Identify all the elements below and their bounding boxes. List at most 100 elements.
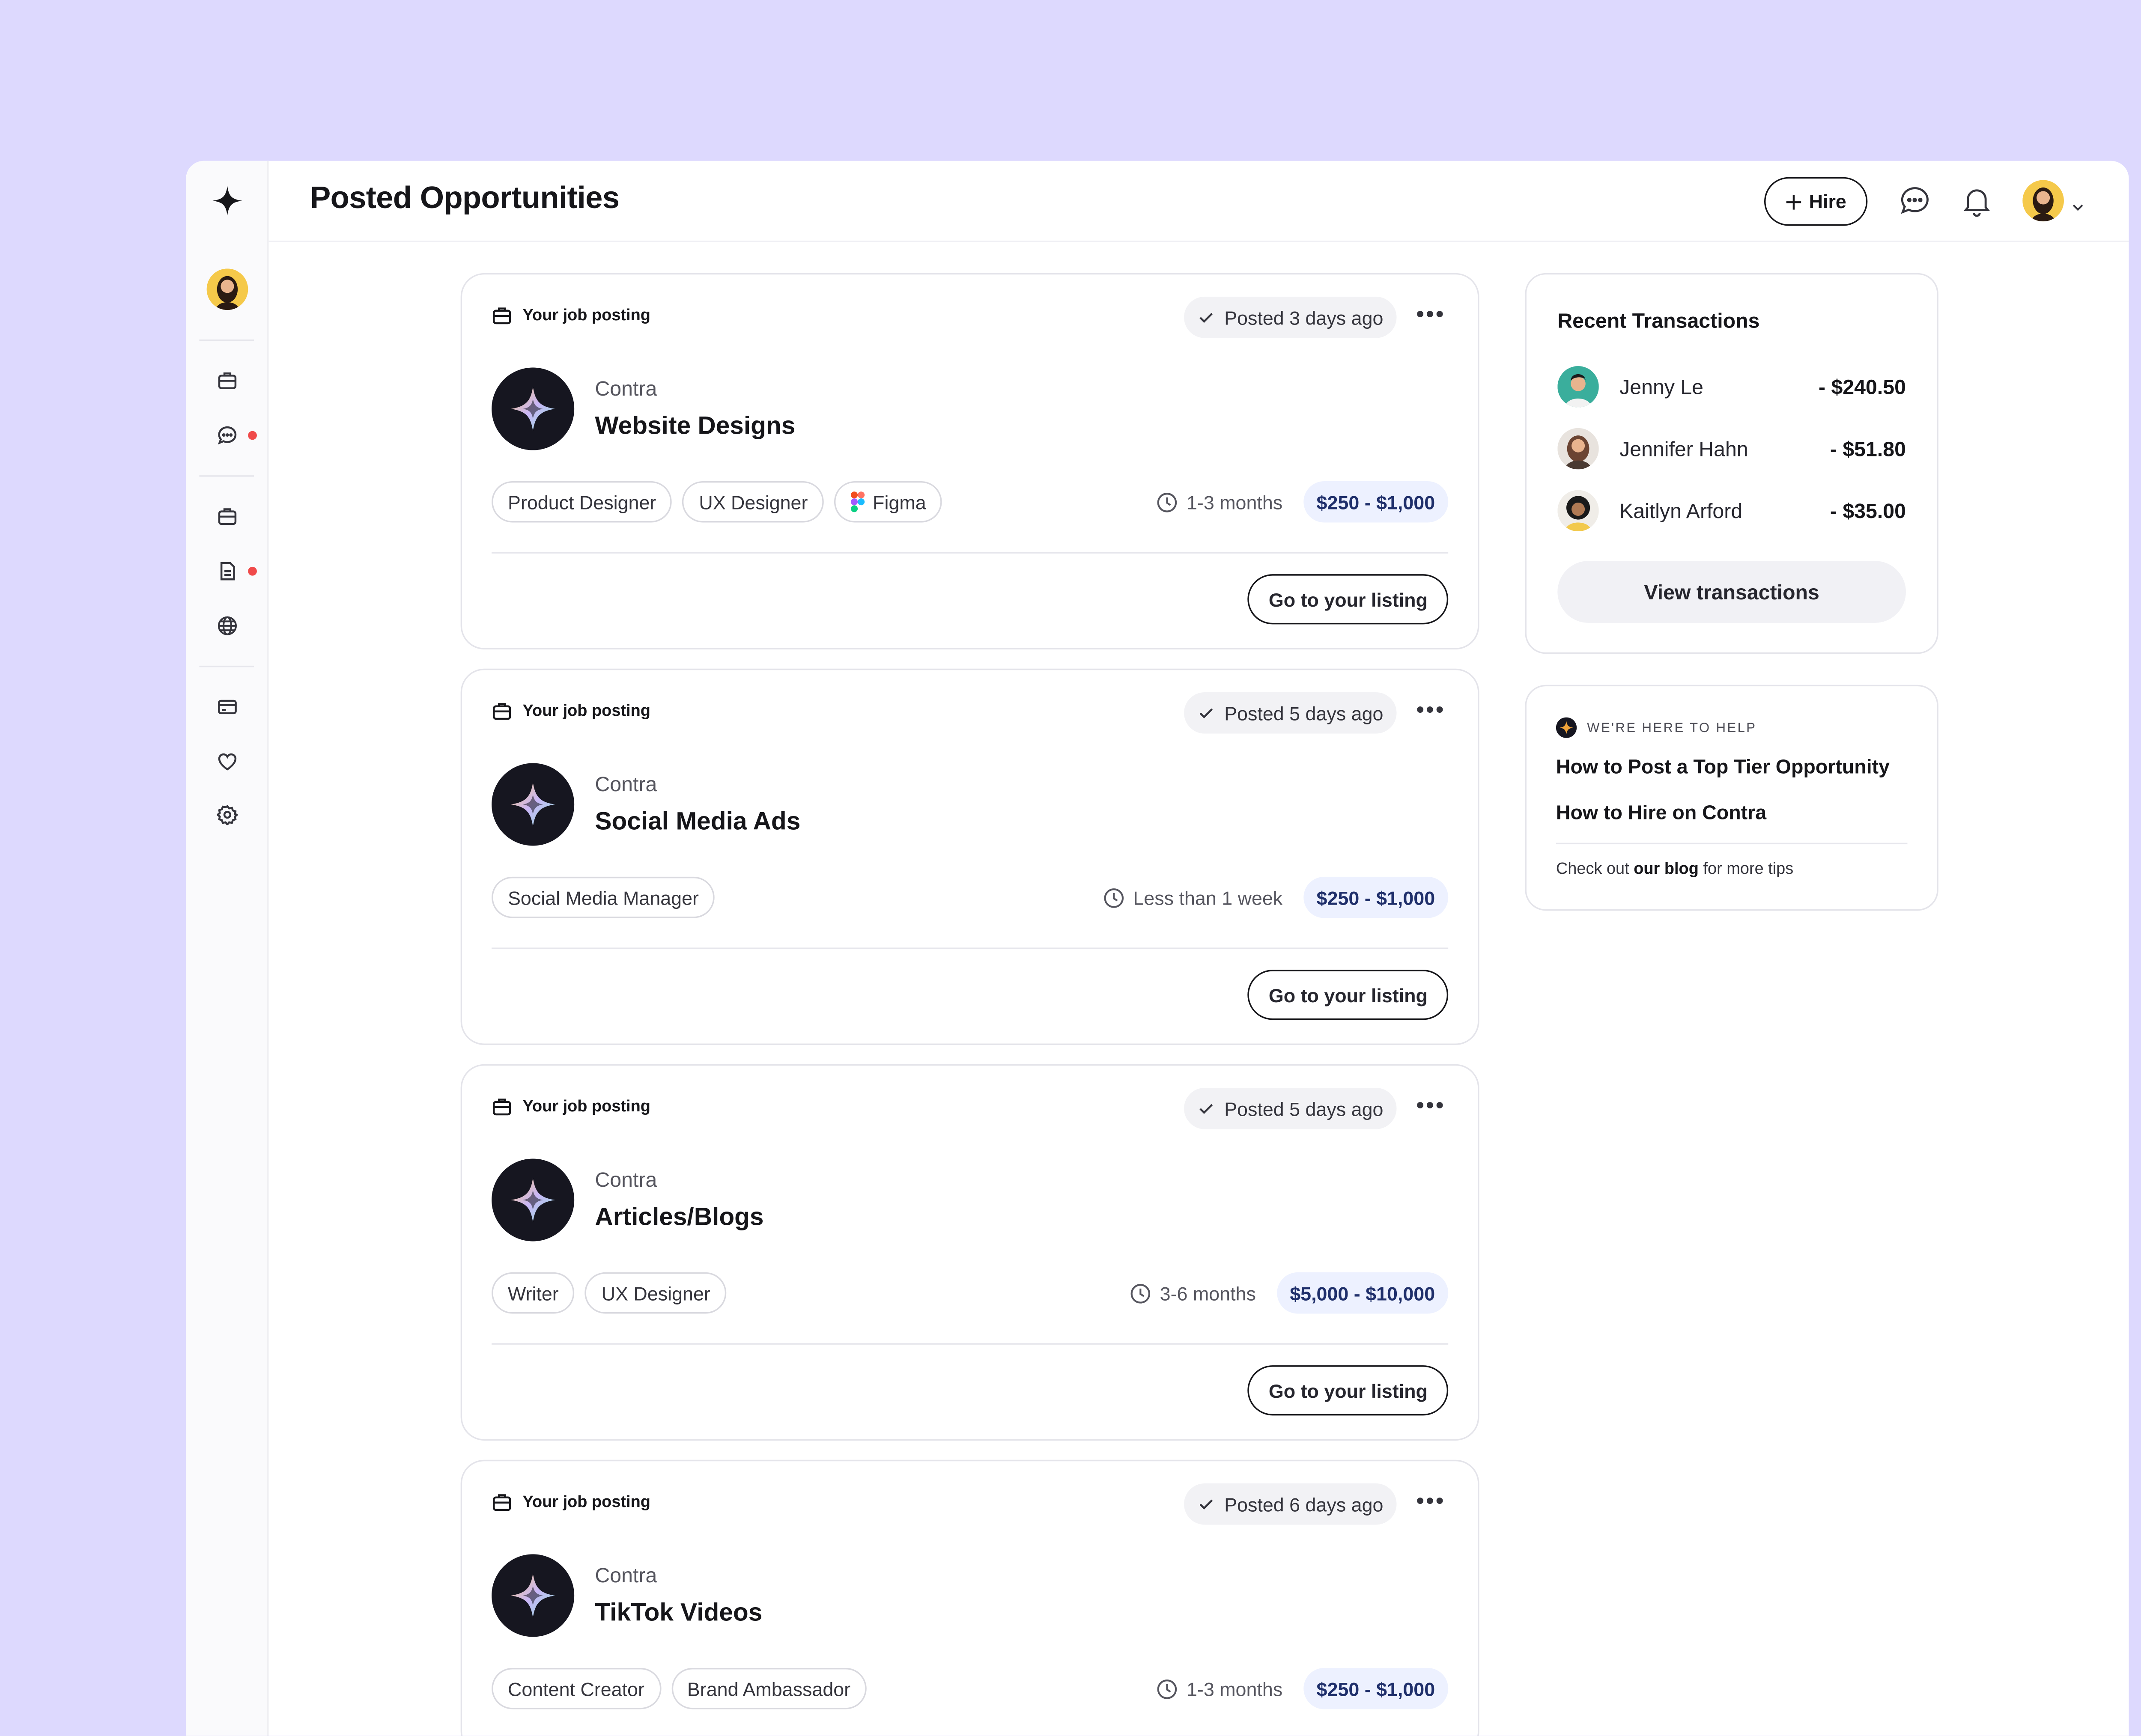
plus-icon: [1786, 194, 1802, 209]
skill-tag[interactable]: Product Designer: [492, 481, 673, 523]
user-avatar[interactable]: [2022, 180, 2064, 222]
help-link-post-opportunity[interactable]: How to Post a Top Tier Opportunity: [1556, 756, 1890, 778]
budget-badge: $250 - $1,000: [1303, 481, 1449, 523]
transaction-row[interactable]: Kaitlyn Arford - $35.00: [1557, 488, 1906, 533]
tag-label: Social Media Manager: [508, 886, 699, 909]
duration: 3-6 months: [1129, 1282, 1256, 1304]
posted-text: Posted 6 days ago: [1224, 1493, 1384, 1516]
check-icon: [1200, 1104, 1214, 1114]
more-options-icon[interactable]: •••: [1416, 303, 1445, 329]
blog-link[interactable]: our blog: [1634, 861, 1699, 878]
duration-text: 1-3 months: [1186, 491, 1283, 513]
transaction-row[interactable]: Jenny Le - $240.50: [1557, 365, 1906, 409]
job-card-header: Your job posting: [492, 1492, 650, 1513]
duration: 1-3 months: [1156, 491, 1283, 513]
job-card-header: Your job posting: [492, 306, 650, 326]
sidebar-divider: [199, 339, 254, 341]
job-meta: 1-3 months $250 - $1,000: [1156, 481, 1449, 523]
company-name: Contra: [595, 1563, 657, 1587]
sidebar-divider: [199, 665, 254, 667]
more-options-icon[interactable]: •••: [1416, 1094, 1445, 1120]
notification-dot: [248, 566, 257, 576]
notification-dot: [248, 431, 257, 440]
skill-tags: Social Media Manager: [492, 876, 715, 918]
budget-badge: $250 - $1,000: [1303, 876, 1449, 918]
job-title[interactable]: Social Media Ads: [595, 807, 800, 837]
more-options-icon[interactable]: •••: [1416, 1489, 1445, 1516]
job-meta: Less than 1 week $250 - $1,000: [1102, 876, 1449, 918]
go-to-listing-button[interactable]: Go to your listing: [1248, 970, 1449, 1020]
app-window: Posted Opportunities Hire Your job posti…: [186, 161, 2129, 1736]
job-title[interactable]: Articles/Blogs: [595, 1203, 763, 1233]
chat-icon[interactable]: [212, 421, 242, 450]
chevron-down-icon[interactable]: [2071, 195, 2084, 221]
duration: Less than 1 week: [1102, 886, 1282, 908]
skill-tag[interactable]: Brand Ambassador: [671, 1668, 867, 1709]
skill-tag[interactable]: Content Creator: [492, 1668, 661, 1709]
tag-label: Writer: [508, 1282, 559, 1304]
job-title[interactable]: Website Designs: [595, 412, 795, 441]
bell-icon[interactable]: [1961, 185, 1993, 217]
briefcase-icon: [493, 1494, 511, 1511]
job-card: Your job posting Posted 5 days ago ••• C…: [460, 1064, 1479, 1441]
avatar[interactable]: [206, 268, 248, 310]
document-icon[interactable]: [212, 557, 242, 586]
briefcase-icon: [493, 1099, 511, 1116]
tag-label: Content Creator: [508, 1677, 644, 1700]
transaction-row[interactable]: Jennifer Hahn - $51.80: [1557, 426, 1906, 470]
avatar: [1557, 428, 1599, 470]
briefcase-icon[interactable]: [212, 366, 242, 396]
tag-label: Brand Ambassador: [687, 1677, 851, 1700]
job-card: Your job posting Posted 6 days ago ••• C…: [460, 1459, 1479, 1736]
page: Posted Opportunities Hire Your job posti…: [0, 0, 2141, 1736]
view-transactions-button[interactable]: View transactions: [1557, 561, 1906, 623]
top-bar: Posted Opportunities Hire: [267, 161, 2129, 242]
clock-icon: [1130, 1283, 1150, 1303]
posted-badge: Posted 6 days ago: [1184, 1483, 1397, 1525]
company-name: Contra: [595, 376, 657, 400]
help-divider: [1556, 843, 1908, 845]
skill-tag[interactable]: Writer: [492, 1272, 575, 1314]
skill-tag[interactable]: Social Media Manager: [492, 876, 715, 918]
contra-star-icon[interactable]: [212, 186, 242, 216]
hire-button[interactable]: Hire: [1764, 177, 1868, 226]
recent-transactions-panel: Recent Transactions Jenny Le - $240.50 J…: [1525, 273, 1938, 654]
check-icon: [1200, 1499, 1214, 1510]
posted-badge: Posted 3 days ago: [1184, 296, 1397, 338]
posted-badge: Posted 5 days ago: [1184, 1087, 1397, 1129]
job-posting-label: Your job posting: [522, 307, 650, 325]
help-link-hire-on-contra[interactable]: How to Hire on Contra: [1556, 801, 1766, 824]
tag-label: UX Designer: [601, 1282, 710, 1304]
clock-icon: [1157, 492, 1177, 512]
job-title[interactable]: TikTok Videos: [595, 1599, 762, 1628]
chat-icon[interactable]: [1899, 185, 1931, 217]
help-panel: WE'RE HERE TO HELP How to Post a Top Tie…: [1525, 685, 1938, 911]
clock-icon: [1103, 887, 1123, 907]
go-to-listing-button[interactable]: Go to your listing: [1248, 1365, 1449, 1416]
card-icon[interactable]: [212, 692, 242, 722]
briefcase-icon[interactable]: [212, 502, 242, 531]
panel-title: Recent Transactions: [1557, 308, 1760, 332]
company-logo: [492, 1158, 575, 1242]
tag-label: UX Designer: [699, 491, 808, 513]
transaction-amount: - $240.50: [1818, 375, 1906, 399]
transaction-amount: - $35.00: [1830, 499, 1906, 523]
transaction-amount: - $51.80: [1830, 437, 1906, 461]
skill-tag[interactable]: UX Designer: [585, 1272, 727, 1314]
heart-icon[interactable]: [212, 747, 242, 777]
go-to-listing-button[interactable]: Go to your listing: [1248, 574, 1449, 625]
skill-tag[interactable]: UX Designer: [683, 481, 824, 523]
help-footer: Check out our blog for more tips: [1556, 861, 1793, 878]
skill-tags: Content Creator Brand Ambassador: [492, 1668, 867, 1709]
gear-icon[interactable]: [212, 800, 242, 830]
skill-tags: Product Designer UX Designer Figma: [492, 481, 942, 523]
budget-badge: $5,000 - $10,000: [1276, 1272, 1449, 1314]
transaction-name: Jennifer Hahn: [1619, 437, 1748, 461]
company-name: Contra: [595, 1167, 657, 1191]
globe-icon[interactable]: [212, 611, 242, 640]
job-meta: 1-3 months $250 - $1,000: [1156, 1668, 1449, 1709]
skill-tag[interactable]: Figma: [834, 481, 942, 523]
skill-tags: Writer UX Designer: [492, 1272, 727, 1314]
avatar: [1557, 490, 1599, 532]
more-options-icon[interactable]: •••: [1416, 698, 1445, 725]
